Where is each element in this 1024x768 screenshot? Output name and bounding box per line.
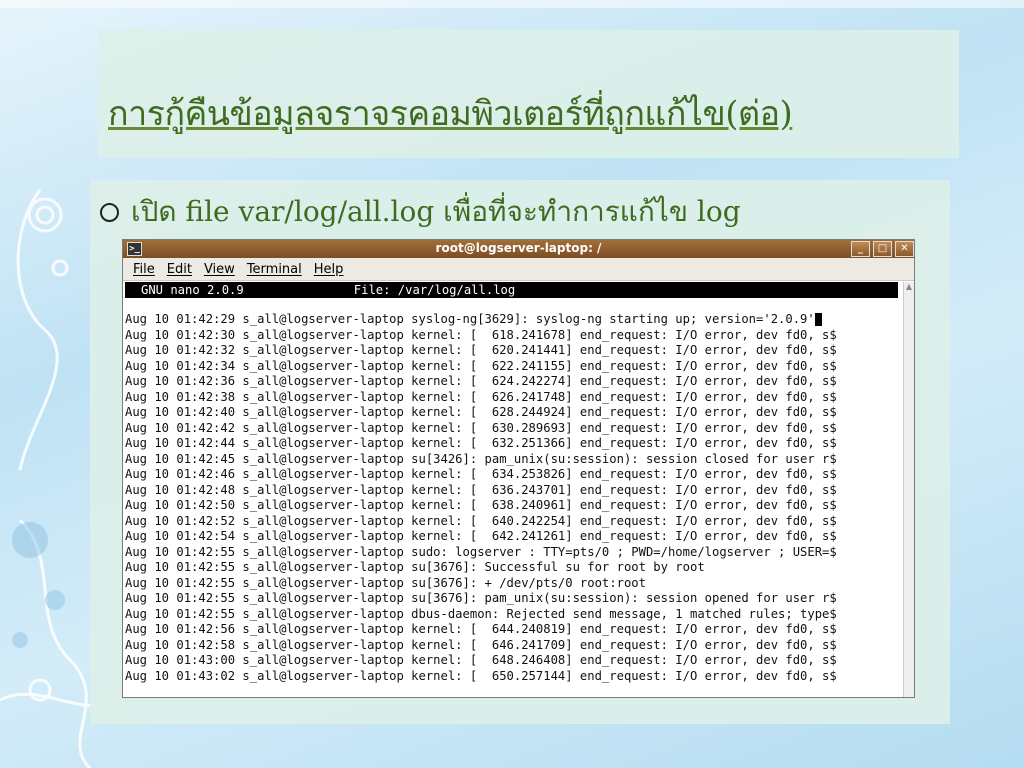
window-titlebar[interactable]: >_ root@logserver-laptop: / _ □ ✕ — [123, 240, 914, 258]
terminal-window: >_ root@logserver-laptop: / _ □ ✕ File E… — [122, 239, 915, 698]
log-line: Aug 10 01:42:32 s_all@logserver-laptop k… — [125, 343, 837, 357]
log-line: Aug 10 01:42:40 s_all@logserver-laptop k… — [125, 405, 837, 419]
log-line: Aug 10 01:42:34 s_all@logserver-laptop k… — [125, 358, 837, 373]
scroll-up-icon[interactable]: ▲ — [904, 282, 914, 291]
terminal-content[interactable]: GNU nano 2.0.9 File: /var/log/all.log Au… — [123, 282, 904, 697]
log-line: Aug 10 01:42:50 s_all@logserver-laptop k… — [125, 498, 837, 512]
log-line: Aug 10 01:42:54 s_all@logserver-laptop k… — [125, 529, 837, 543]
vertical-scrollbar[interactable]: ▲ — [903, 282, 914, 697]
close-icon[interactable]: ✕ — [895, 241, 914, 257]
log-line: Aug 10 01:42:36 s_all@logserver-laptop k… — [125, 374, 837, 388]
log-line: Aug 10 01:42:42 s_all@logserver-laptop k… — [125, 420, 837, 435]
log-line: Aug 10 01:43:00 s_all@logserver-laptop k… — [125, 653, 837, 667]
log-line: Aug 10 01:42:52 s_all@logserver-laptop k… — [125, 513, 837, 528]
text-cursor — [814, 313, 822, 326]
log-line: Aug 10 01:42:55 s_all@logserver-laptop s… — [125, 591, 837, 605]
maximize-icon[interactable]: □ — [873, 241, 892, 257]
log-line: Aug 10 01:42:45 s_all@logserver-laptop s… — [125, 451, 837, 466]
log-line: Aug 10 01:43:02 s_all@logserver-laptop k… — [125, 668, 837, 683]
bullet-point: เปิด file var/log/all.log เพื่อที่จะทำกา… — [100, 190, 741, 234]
menu-terminal[interactable]: Terminal — [247, 262, 302, 277]
log-line: Aug 10 01:42:38 s_all@logserver-laptop k… — [125, 389, 837, 404]
menu-file[interactable]: File — [133, 262, 155, 277]
window-title: root@logserver-laptop: / — [435, 241, 602, 255]
log-line: Aug 10 01:42:44 s_all@logserver-laptop k… — [125, 436, 837, 450]
log-line: Aug 10 01:42:55 s_all@logserver-laptop s… — [125, 544, 837, 559]
menu-bar: File Edit View Terminal Help — [123, 258, 914, 281]
bullet-text: เปิด file var/log/all.log เพื่อที่จะทำกา… — [131, 195, 741, 228]
log-line: Aug 10 01:42:30 s_all@logserver-laptop k… — [125, 327, 837, 342]
slide-title: การกู้คืนข้อมูลจราจรคอมพิวเตอร์ที่ถูกแก้… — [108, 94, 793, 134]
minimize-icon[interactable]: _ — [851, 241, 870, 257]
log-line: Aug 10 01:42:55 s_all@logserver-laptop s… — [125, 575, 646, 590]
menu-edit[interactable]: Edit — [167, 262, 192, 277]
log-line: Aug 10 01:42:48 s_all@logserver-laptop k… — [125, 482, 837, 497]
circle-bullet-icon — [100, 202, 119, 222]
log-line: Aug 10 01:42:29 s_all@logserver-laptop s… — [125, 312, 904, 328]
menu-view[interactable]: View — [204, 262, 235, 277]
nano-header-bar: GNU nano 2.0.9 File: /var/log/all.log — [125, 282, 898, 298]
log-line: Aug 10 01:42:55 s_all@logserver-laptop d… — [125, 606, 837, 621]
menu-help[interactable]: Help — [314, 262, 344, 277]
log-lines[interactable]: Aug 10 01:42:29 s_all@logserver-laptop s… — [123, 312, 904, 684]
log-line: Aug 10 01:42:58 s_all@logserver-laptop k… — [125, 637, 837, 652]
log-line: Aug 10 01:42:56 s_all@logserver-laptop k… — [125, 622, 837, 636]
log-line: Aug 10 01:42:55 s_all@logserver-laptop s… — [125, 560, 705, 574]
log-line: Aug 10 01:42:46 s_all@logserver-laptop k… — [125, 467, 837, 481]
